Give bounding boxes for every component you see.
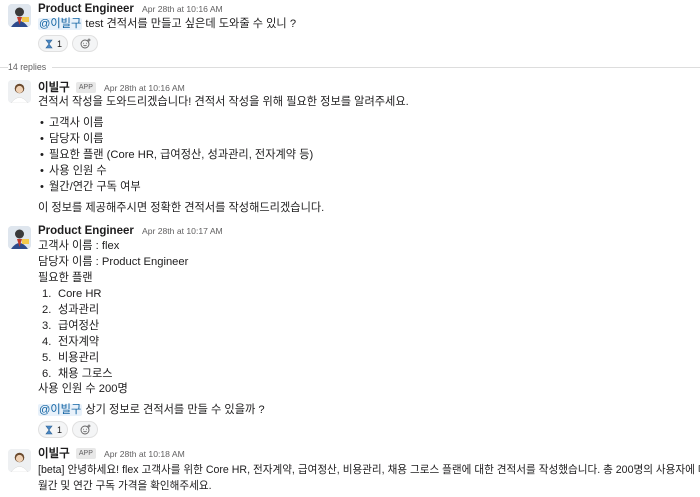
list-item: • 고객사 이름 <box>40 117 104 129</box>
app-badge: APP <box>75 448 96 459</box>
reaction-count: 1 <box>57 424 63 435</box>
message-text: 고객사 이름 : flex <box>38 240 120 252</box>
list-item: 5. 비용관리 <box>42 352 100 364</box>
list-item: • 사용 인원 수 <box>40 165 107 177</box>
add-emoji-icon <box>80 424 91 435</box>
replies-count: 14 replies <box>8 60 53 74</box>
author-name[interactable]: Product Engineer <box>38 3 134 15</box>
message-text: @이빌구 test 견적서를 만들고 싶은데 도와줄 수 있니 ? <box>38 17 296 31</box>
author-name[interactable]: 이빌구 <box>38 82 70 94</box>
message-body: 상기 정보로 견적서를 만들 수 있을까 ? <box>82 404 265 416</box>
list-item: 4. 전자계약 <box>42 336 100 348</box>
avatar[interactable] <box>8 226 31 249</box>
root-message: Product Engineer Apr 28th at 10:16 AM @이… <box>0 0 700 56</box>
list-item: 1. Core HR <box>42 288 102 300</box>
bot-avatar-icon <box>8 80 31 103</box>
add-reaction-button[interactable] <box>72 35 99 52</box>
timestamp[interactable]: Apr 28th at 10:16 AM <box>104 83 185 93</box>
message-text: 사용 인원 수 200명 <box>38 383 128 395</box>
timestamp[interactable]: Apr 28th at 10:18 AM <box>104 449 185 459</box>
add-reaction-button[interactable] <box>72 421 99 438</box>
user-mention[interactable]: @이빌구 <box>38 18 83 30</box>
message-text: 이 정보를 제공해주시면 정확한 견적서를 작성해드리겠습니다. <box>38 202 325 214</box>
list-item: 6. 채용 그로스 <box>42 368 113 380</box>
avatar[interactable] <box>8 4 31 27</box>
user-mention[interactable]: @이빌구 <box>38 404 83 416</box>
list-item: • 필요한 플랜 (Core HR, 급여정산, 성과관리, 전자계약 등) <box>40 149 314 161</box>
message-text: 견적서 작성을 도와드리겠습니다! 견적서 작성을 위해 필요한 정보를 알려주… <box>38 96 409 108</box>
bot-avatar-icon <box>8 449 31 472</box>
add-emoji-icon <box>80 38 91 49</box>
reply-message: Product Engineer Apr 28th at 10:17 AM 고객… <box>0 223 700 439</box>
reaction-count: 1 <box>57 38 63 49</box>
hourglass-icon <box>45 39 53 48</box>
reply-message: 이빌구 APP Apr 28th at 10:18 AM [beta] 안녕하세… <box>0 447 700 495</box>
app-badge: APP <box>75 82 96 93</box>
message-text: 월간 및 연간 구독 가격을 확인해주세요. <box>38 480 212 492</box>
message-text: 필요한 플랜 <box>38 272 93 284</box>
timestamp[interactable]: Apr 28th at 10:17 AM <box>142 226 223 236</box>
author-name[interactable]: 이빌구 <box>38 448 70 460</box>
timestamp[interactable]: Apr 28th at 10:16 AM <box>142 4 223 14</box>
list-item: 2. 성과관리 <box>42 304 100 316</box>
reaction-pill[interactable]: 1 <box>38 35 69 52</box>
reply-message: 이빌구 APP Apr 28th at 10:16 AM 견적서 작성을 도와드… <box>0 80 700 220</box>
avatar[interactable] <box>8 80 31 103</box>
avatar[interactable] <box>8 449 31 472</box>
reaction-pill[interactable]: 1 <box>38 421 69 438</box>
divider-line <box>0 67 700 68</box>
list-item: 3. 급여정산 <box>42 320 100 332</box>
product-engineer-avatar-icon <box>8 226 31 249</box>
message-text: [beta] 안녕하세요! flex 고객사를 위한 Core HR, 전자계약… <box>38 464 700 476</box>
replies-divider: 14 replies <box>0 60 700 74</box>
author-name[interactable]: Product Engineer <box>38 225 134 237</box>
hourglass-icon <box>45 425 53 434</box>
list-item: • 담당자 이름 <box>40 133 104 145</box>
message-body: test 견적서를 만들고 싶은데 도와줄 수 있니 ? <box>82 18 297 30</box>
list-item: • 월간/연간 구독 여부 <box>40 181 141 193</box>
message-text: @이빌구 상기 정보로 견적서를 만들 수 있을까 ? <box>38 403 265 417</box>
product-engineer-avatar-icon <box>8 4 31 27</box>
message-text: 담당자 이름 : Product Engineer <box>38 256 189 268</box>
